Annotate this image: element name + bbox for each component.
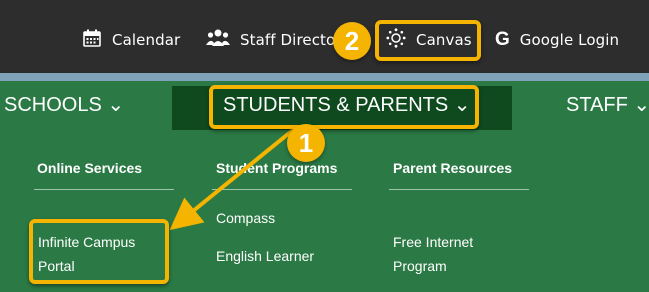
step-1-badge: 1: [287, 124, 325, 162]
highlight-canvas: [375, 20, 481, 61]
step-2-badge: 2: [333, 22, 371, 60]
highlight-infinite-campus-portal: [29, 219, 169, 284]
highlight-students-parents: [209, 85, 479, 129]
page: Calendar Staff Directo Canvas G Google L…: [0, 0, 649, 292]
